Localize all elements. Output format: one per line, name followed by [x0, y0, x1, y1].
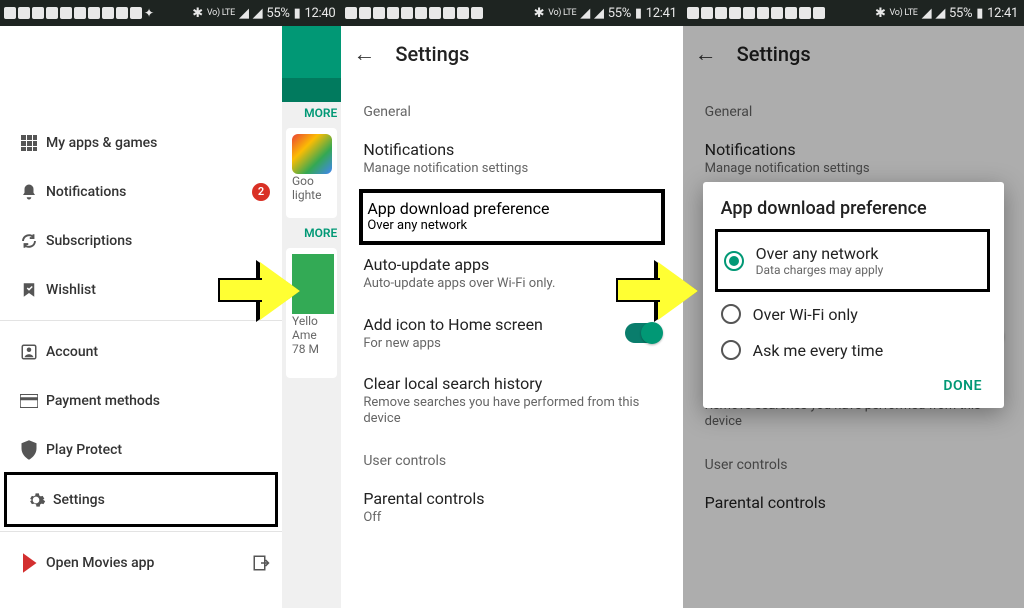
signal-icon: ◢: [253, 6, 263, 21]
peek-label: Ame: [292, 328, 331, 342]
more-link[interactable]: MORE: [282, 102, 341, 124]
nav-label: My apps & games: [46, 135, 270, 151]
pref-title: Clear local search history: [363, 374, 660, 393]
status-icon: [4, 7, 16, 19]
nav-label: Payment methods: [46, 393, 270, 409]
card-icon: [12, 394, 46, 408]
option-sub: Data charges may apply: [756, 263, 884, 277]
nav-notifications[interactable]: Notifications 2: [0, 167, 282, 216]
option-label: Ask me every time: [753, 341, 884, 360]
divider: [0, 320, 282, 321]
nav-my-apps[interactable]: My apps & games: [0, 118, 282, 167]
back-button[interactable]: ←: [353, 41, 375, 67]
step-arrow-1: [218, 262, 304, 320]
status-icon: [32, 7, 44, 19]
toggle-add-icon[interactable]: [625, 323, 661, 343]
status-icon: [102, 7, 114, 19]
nav-label: Notifications: [46, 184, 252, 200]
refresh-icon: [12, 232, 46, 250]
bookmark-icon: [12, 281, 46, 299]
more-link[interactable]: MORE: [282, 222, 341, 244]
nav-label: Open Movies app: [46, 555, 252, 571]
dialog-title: App download preference: [717, 198, 990, 219]
step-arrow-2: [616, 262, 702, 320]
highlight-settings: Settings: [4, 472, 278, 527]
pref-notifications[interactable]: Notifications Manage notification setting…: [341, 130, 682, 189]
net-label: Vo) LTE: [207, 8, 235, 18]
play-movies-icon: [12, 553, 46, 573]
done-button[interactable]: DONE: [717, 368, 990, 398]
person-icon: [12, 343, 46, 361]
battery-label: 55%: [266, 6, 289, 21]
highlight-app-download: App download preference Over any network: [359, 189, 664, 245]
nav-play-protect[interactable]: Play Protect: [0, 425, 282, 474]
page-title: Settings: [395, 42, 469, 66]
pref-parental[interactable]: Parental controls Off: [341, 479, 682, 538]
radio-ask-every-time[interactable]: Ask me every time: [717, 332, 990, 368]
status-icon: [18, 7, 30, 19]
notification-badge: 2: [252, 183, 270, 201]
pref-title: App download preference: [367, 199, 656, 218]
battery-icon: ▮: [294, 6, 301, 21]
dialog-app-download-pref: App download preference Over any network…: [703, 182, 1004, 408]
nav-label: Account: [46, 344, 270, 360]
section-user-controls: User controls: [341, 439, 682, 479]
pref-app-download[interactable]: App download preference Over any network: [367, 199, 656, 233]
radio-icon: [721, 340, 741, 360]
gear-icon: [19, 490, 53, 510]
pref-sub: Off: [363, 510, 660, 526]
pref-title: Add icon to Home screen: [363, 315, 616, 334]
nav-payment[interactable]: Payment methods: [0, 376, 282, 425]
bluetooth-icon: ✱: [192, 6, 203, 21]
pref-clear-history[interactable]: Clear local search history Remove searche…: [341, 364, 682, 440]
radio-icon: [721, 304, 741, 324]
exit-icon: [252, 554, 270, 572]
nav-label: Subscriptions: [46, 233, 270, 249]
nav-subscriptions[interactable]: Subscriptions: [0, 216, 282, 265]
radio-icon: [724, 251, 744, 271]
peek-label: 78 M: [292, 342, 331, 356]
peek-label: Goo lighte: [292, 174, 331, 202]
pref-title: Notifications: [363, 140, 660, 159]
nav-open-movies[interactable]: Open Movies app: [0, 538, 282, 587]
twitter-icon: ✦: [144, 6, 154, 20]
status-icon: [130, 7, 142, 19]
pref-title: Parental controls: [363, 489, 660, 508]
radio-over-wifi[interactable]: Over Wi-Fi only: [717, 296, 990, 332]
highlight-option-any-network: Over any network Data charges may apply: [715, 229, 990, 292]
pref-sub: Over any network: [367, 218, 656, 233]
nav-settings[interactable]: Settings: [7, 475, 275, 524]
divider: [0, 531, 282, 532]
apps-icon: [12, 134, 46, 152]
option-label: Over any network: [756, 244, 884, 263]
status-icon: [46, 7, 58, 19]
status-bar: ✱Vo) LTE◢◢ 55%▮12:41: [683, 0, 1024, 26]
status-icon: [116, 7, 128, 19]
nav-account[interactable]: Account: [0, 327, 282, 376]
status-bar: ✦ ✱ Vo) LTE ◢ ◢ 55% ▮ 12:40: [0, 0, 341, 26]
nav-label: Play Protect: [46, 442, 270, 458]
status-icon: [60, 7, 72, 19]
wifi-icon: ◢: [239, 6, 249, 21]
radio-over-any-network[interactable]: Over any network Data charges may apply: [720, 236, 985, 285]
clock: 12:40: [304, 6, 335, 21]
status-icon: [88, 7, 100, 19]
option-label: Over Wi-Fi only: [753, 305, 858, 324]
pref-sub: Remove searches you have performed from …: [363, 395, 660, 428]
pref-sub: For new apps: [363, 336, 616, 352]
status-icon: [74, 7, 86, 19]
screen-3-dialog: ✱Vo) LTE◢◢ 55%▮12:41 ← Settings General …: [683, 0, 1024, 608]
shield-icon: [12, 440, 46, 460]
appbar: ← Settings: [341, 26, 682, 82]
nav-label: Settings: [53, 492, 263, 508]
section-general: General: [341, 90, 682, 130]
pref-sub: Manage notification settings: [363, 161, 660, 177]
status-bar: ✱Vo) LTE◢◢ 55%▮12:41: [341, 0, 682, 26]
bell-icon: [12, 183, 46, 201]
